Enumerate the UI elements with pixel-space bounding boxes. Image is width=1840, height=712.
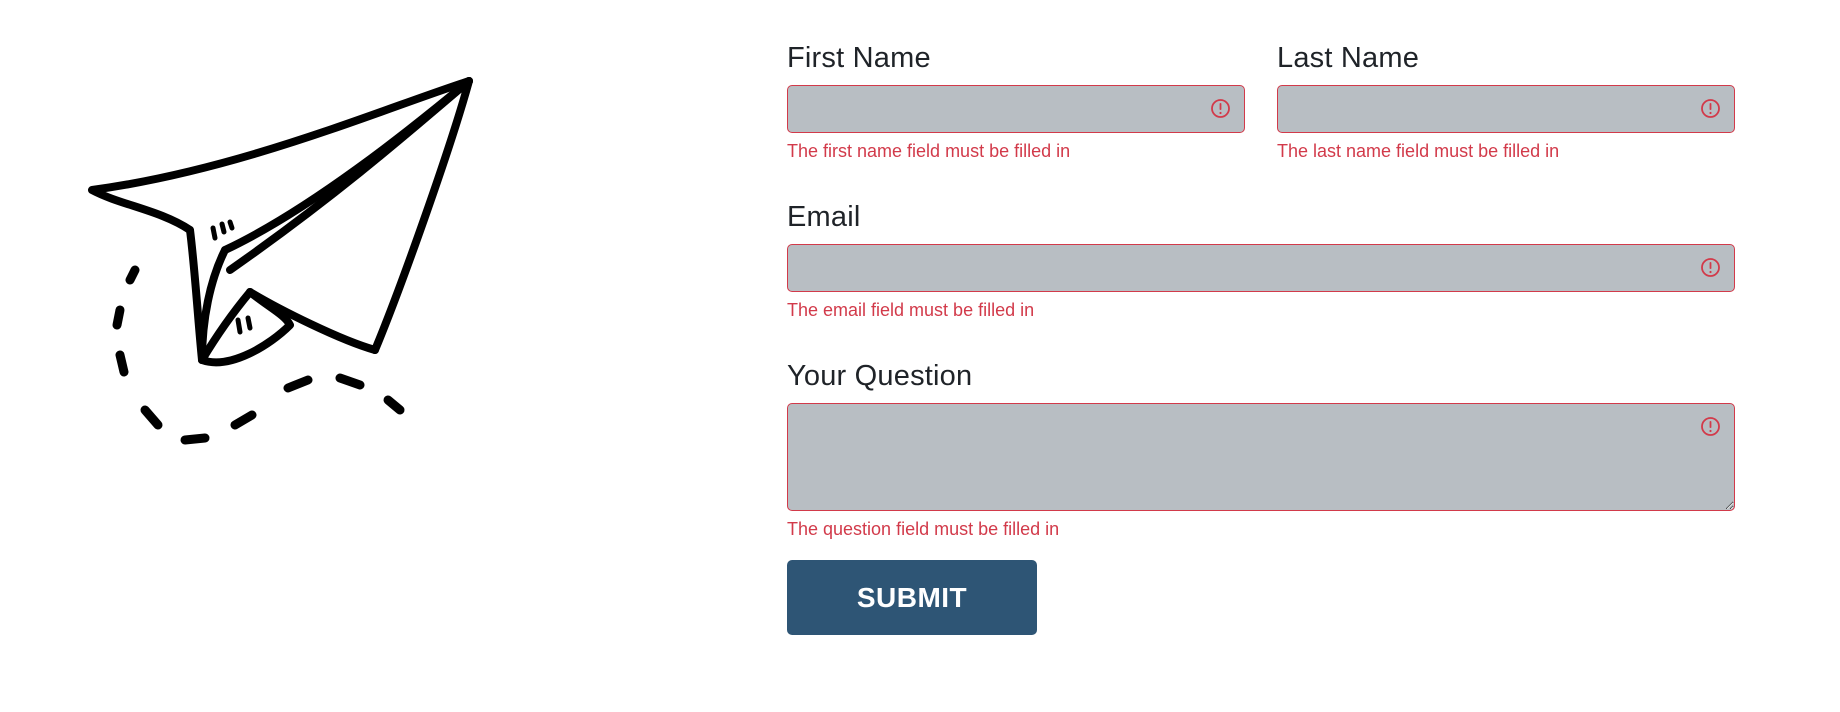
- error-circle-icon: [1211, 99, 1230, 118]
- email-input-wrap: [787, 244, 1735, 292]
- last-name-label: Last Name: [1277, 42, 1420, 74]
- last-name-input[interactable]: [1277, 85, 1735, 133]
- first-name-label: First Name: [787, 42, 931, 74]
- question-input-wrap: [787, 403, 1735, 511]
- last-name-field: Last Name The last name field must be fi…: [1277, 40, 1735, 162]
- submit-button[interactable]: SUBMIT: [787, 560, 1037, 635]
- error-circle-icon: [1701, 258, 1720, 277]
- first-name-input[interactable]: [787, 85, 1245, 133]
- name-row: First Name The first name field must be …: [787, 40, 1735, 162]
- email-error: The email field must be filled in: [787, 300, 1035, 320]
- first-name-error: The first name field must be filled in: [787, 141, 1071, 161]
- email-field: Email The email field must be filled in: [787, 199, 1735, 321]
- first-name-input-wrap: [787, 85, 1245, 133]
- question-label: Your Question: [787, 360, 973, 392]
- paper-plane-icon: [88, 77, 473, 445]
- error-circle-icon: [1701, 99, 1720, 118]
- last-name-error: The last name field must be filled in: [1277, 141, 1560, 161]
- error-circle-icon: [1701, 417, 1720, 436]
- contact-form: First Name The first name field must be …: [787, 40, 1735, 635]
- last-name-input-wrap: [1277, 85, 1735, 133]
- email-label: Email: [787, 201, 861, 233]
- question-field: Your Question The question field must be…: [787, 358, 1735, 540]
- email-input[interactable]: [787, 244, 1735, 292]
- question-error: The question field must be filled in: [787, 519, 1060, 539]
- question-textarea[interactable]: [787, 403, 1735, 511]
- first-name-field: First Name The first name field must be …: [787, 40, 1245, 162]
